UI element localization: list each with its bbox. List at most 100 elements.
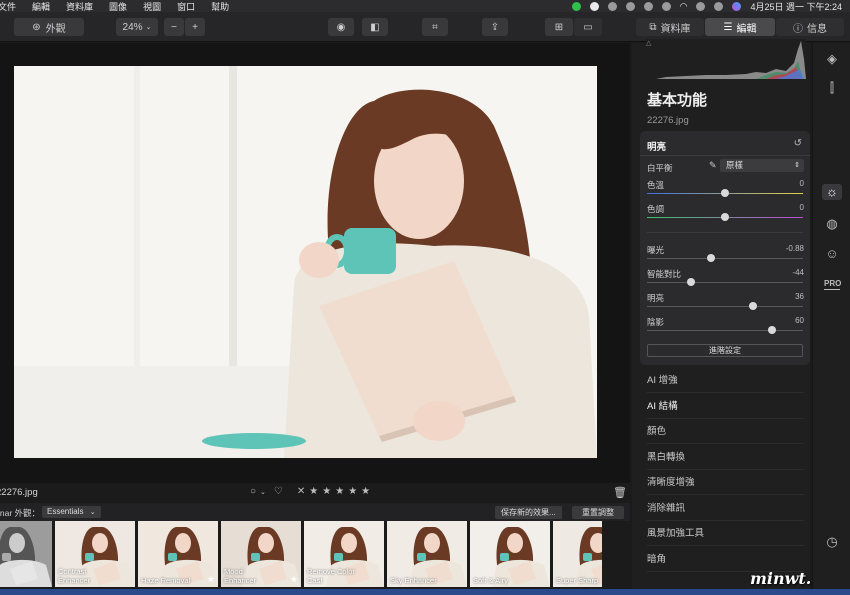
slider-value[interactable]: 36 xyxy=(795,292,804,301)
app-icon[interactable] xyxy=(589,1,599,11)
preset-thumbnail[interactable]: Mood Enhancer ★ xyxy=(221,521,301,587)
slider-value[interactable]: 0 xyxy=(800,179,804,188)
grid-icon: ⊞ xyxy=(554,21,564,33)
slider-knob[interactable] xyxy=(706,254,715,262)
zoom-in-button[interactable]: + xyxy=(185,18,205,36)
compare-button[interactable]: ◧ xyxy=(362,18,388,36)
reject-icon[interactable]: ✕ xyxy=(297,486,305,497)
record-icon[interactable] xyxy=(607,1,617,11)
tool-item[interactable]: AI 增強 xyxy=(647,372,804,393)
slider-track[interactable] xyxy=(647,189,803,197)
clock[interactable]: 4月25日 週一 下午2:24 xyxy=(750,0,842,13)
wifi-icon[interactable]: ◠ xyxy=(680,1,688,12)
star-icon[interactable]: ★ xyxy=(361,486,370,497)
photo-preview[interactable] xyxy=(14,66,597,458)
star-icon[interactable]: ★ xyxy=(335,486,344,497)
chevron-updown-icon: ⇕ xyxy=(794,162,800,169)
slider-knob[interactable] xyxy=(721,189,729,197)
slider-knob[interactable] xyxy=(721,213,729,221)
preview-eye-button[interactable]: ◉ xyxy=(328,18,354,36)
view-button[interactable]: ⊛ 外觀 xyxy=(14,18,84,36)
toolbar: ⊛ 外觀 24% ⌄ − + ◉ ◧ ⌗ ⇪ ⊞ ▭ ⧉ 資料庫 ☰ 編輯 ⓘ … xyxy=(0,12,850,42)
sun-icon[interactable]: ☼ xyxy=(822,184,842,200)
menu-file[interactable]: 文件 xyxy=(0,0,16,13)
star-icon[interactable]: ★ xyxy=(322,486,331,497)
color-label-icon[interactable]: ○ xyxy=(250,486,256,497)
preset-label: Soft & Airy xyxy=(473,576,509,585)
tool-item[interactable]: 清晰度增強 xyxy=(647,474,804,495)
menu-image[interactable]: 圖像 xyxy=(109,0,127,13)
tool-item[interactable]: 風景加強工具 xyxy=(647,525,804,546)
preset-thumbnail[interactable]: Sky Enhancer xyxy=(387,521,467,587)
image-canvas[interactable] xyxy=(0,43,630,483)
save-preset-button[interactable]: 保存新的效果... xyxy=(495,506,562,519)
slider-value[interactable]: 60 xyxy=(795,316,804,325)
tool-item[interactable]: 消除雜訊 xyxy=(647,500,804,521)
star-icon[interactable]: ★ xyxy=(348,486,357,497)
heart-icon[interactable]: ♡ xyxy=(274,486,283,497)
chevron-down-icon[interactable]: ⌄ xyxy=(260,488,266,496)
slider-track[interactable] xyxy=(647,326,803,334)
eyedropper-icon[interactable]: ✎ xyxy=(709,160,717,171)
time-machine-icon[interactable] xyxy=(643,1,653,11)
preset-thumbnail[interactable]: : B&W xyxy=(0,521,52,587)
preset-thumbnail[interactable]: Soft & Airy xyxy=(470,521,550,587)
tool-item[interactable]: 顏色 xyxy=(647,423,804,444)
tab-info-label: 信息 xyxy=(807,23,827,35)
focus-icon[interactable] xyxy=(661,1,671,11)
menu-edit[interactable]: 編輯 xyxy=(32,0,50,13)
siri-icon[interactable] xyxy=(732,1,742,11)
preset-thumbnail[interactable]: Haze Removal ★ xyxy=(138,521,218,587)
single-view-button[interactable]: ▭ xyxy=(574,18,602,36)
menu-help[interactable]: 幫助 xyxy=(211,0,229,13)
favorite-star-icon[interactable]: ★ xyxy=(207,574,215,585)
tab-library[interactable]: ⧉ 資料庫 xyxy=(636,18,704,36)
share-button[interactable]: ⇪ xyxy=(482,18,508,36)
crop-button[interactable]: ⌗ xyxy=(422,18,448,36)
slider-track[interactable] xyxy=(647,213,803,221)
white-balance-select[interactable]: 原樣 ⇕ xyxy=(720,159,804,172)
reset-section-icon[interactable]: ↺ xyxy=(794,138,802,149)
sync-icon[interactable] xyxy=(625,1,635,11)
tool-item[interactable]: AI 結構 xyxy=(647,398,804,419)
trash-icon[interactable]: 🗑 xyxy=(613,486,627,499)
slider-knob[interactable] xyxy=(749,302,758,310)
adjust-icon[interactable]: ⫿ xyxy=(824,80,840,96)
slider-value[interactable]: 0 xyxy=(800,203,804,212)
tab-info[interactable]: ⓘ 信息 xyxy=(776,18,844,36)
preset-category-value: Essentials xyxy=(47,507,84,516)
advanced-settings-button[interactable]: 進階設定 xyxy=(647,344,803,357)
preset-category-select[interactable]: Essentials ⌄ xyxy=(42,506,101,518)
slider-track[interactable] xyxy=(647,278,803,286)
slider-track[interactable] xyxy=(647,254,803,262)
pro-badge[interactable]: PRO xyxy=(824,278,841,290)
spotlight-icon[interactable] xyxy=(696,1,706,11)
zoom-out-button[interactable]: − xyxy=(164,18,184,36)
menu-library[interactable]: 資料庫 xyxy=(66,0,93,13)
grid-view-button[interactable]: ⊞ xyxy=(545,18,573,36)
preset-thumbnail[interactable]: Remove Color Cast xyxy=(304,521,384,587)
zoom-select[interactable]: 24% ⌄ xyxy=(116,18,158,36)
favorite-star-icon[interactable]: ★ xyxy=(290,574,298,585)
slider-track[interactable] xyxy=(647,302,803,310)
layers-icon[interactable]: ◈ xyxy=(824,51,840,67)
control-center-icon[interactable] xyxy=(714,1,724,11)
star-icon[interactable]: ★ xyxy=(309,486,318,497)
reset-adjustments-button[interactable]: 重置調整 xyxy=(572,506,624,519)
white-balance-value: 原樣 xyxy=(726,160,744,170)
line-icon[interactable] xyxy=(571,1,581,11)
palette-icon[interactable]: ◍ xyxy=(824,216,840,232)
menu-window[interactable]: 窗口 xyxy=(177,0,195,13)
tool-item[interactable]: 黑白轉換 xyxy=(647,449,804,470)
slider-value[interactable]: -44 xyxy=(792,268,804,277)
preset-thumbnail[interactable]: Super Sharp xyxy=(553,521,602,587)
face-icon[interactable]: ☺ xyxy=(824,246,840,262)
menu-view[interactable]: 視圖 xyxy=(143,0,161,13)
history-icon[interactable]: ◷ xyxy=(824,534,840,550)
tab-edit[interactable]: ☰ 編輯 xyxy=(705,18,775,36)
preset-thumbnail[interactable]: Contrast Enhancer xyxy=(55,521,135,587)
preset-filmstrip: : B&WContrast EnhancerHaze Removal★Mood … xyxy=(0,521,602,589)
slider-knob[interactable] xyxy=(686,278,695,286)
slider-knob[interactable] xyxy=(767,326,776,334)
slider-value[interactable]: -0.88 xyxy=(786,244,804,253)
